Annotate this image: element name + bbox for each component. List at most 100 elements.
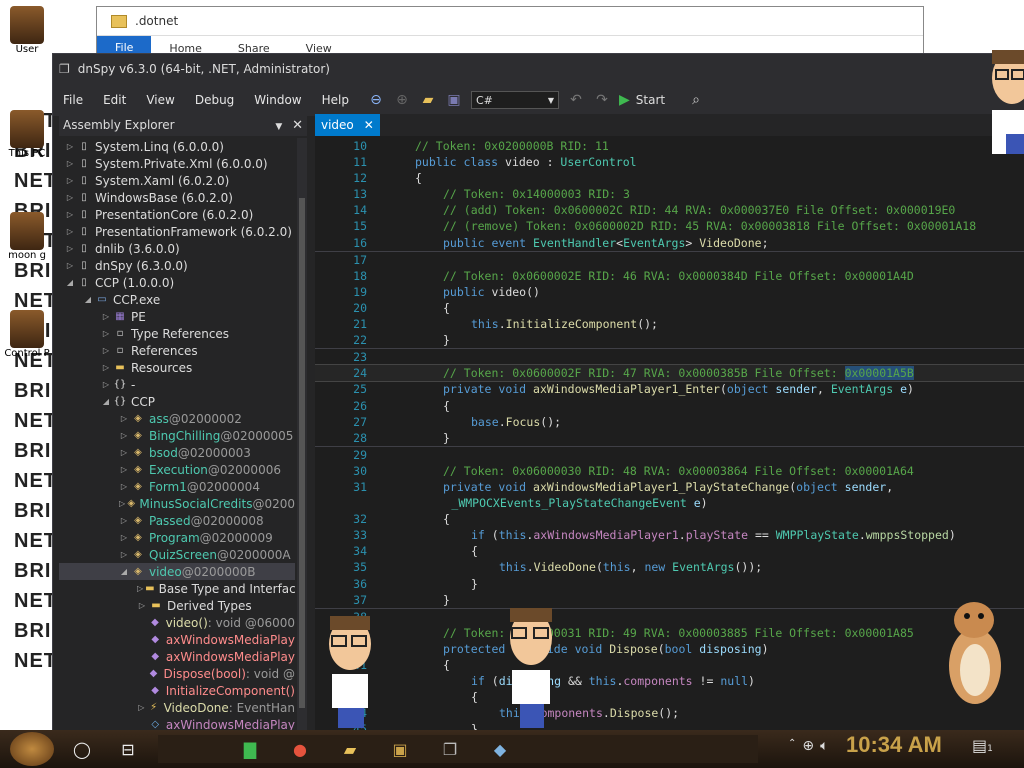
tree-node[interactable]: ▷ ▯ dnSpy (6.3.0.0) xyxy=(59,257,295,274)
tree-node[interactable]: ▷ ▯ PresentationFramework (6.0.2.0) xyxy=(59,223,295,240)
code-line[interactable]: 29 xyxy=(315,447,1024,463)
menu-help[interactable]: Help xyxy=(312,93,359,107)
expand-arrow-icon[interactable]: ▷ xyxy=(65,244,75,253)
code-line[interactable]: 39// Token: 0x06000031 RID: 49 RVA: 0x00… xyxy=(315,625,1024,641)
code-line[interactable]: 36} xyxy=(315,576,1024,592)
expand-arrow-icon[interactable]: ▷ xyxy=(101,363,111,372)
code-line[interactable]: 43{ xyxy=(315,689,1024,705)
code-line[interactable]: 14 // (add) Token: 0x0600002C RID: 44 RVA… xyxy=(315,202,1024,218)
tree-node[interactable]: ▷ ◈ BingChilling @02000005 xyxy=(59,427,295,444)
tree-node[interactable]: ◢ ◈ video @0200000B xyxy=(59,563,295,580)
menu-edit[interactable]: Edit xyxy=(93,93,136,107)
desktop-icon[interactable]: Control P xyxy=(2,310,52,359)
expand-arrow-icon[interactable]: ▷ xyxy=(119,499,125,508)
scrollbar-thumb[interactable] xyxy=(299,198,305,708)
menu-window[interactable]: Window xyxy=(244,93,311,107)
tree-node[interactable]: ▷ ◈ MinusSocialCredits @0200 xyxy=(59,495,295,512)
code-line[interactable]: 26 { xyxy=(315,398,1024,414)
expand-arrow-icon[interactable]: ▷ xyxy=(119,448,129,457)
expand-arrow-icon[interactable]: ▷ xyxy=(65,159,75,168)
expand-arrow-icon[interactable]: ▷ xyxy=(119,465,129,474)
code-line[interactable]: 30 // Token: 0x06000030 RID: 48 RVA: 0x00… xyxy=(315,463,1024,479)
decompiled-code[interactable]: 10 // Token: 0x0200000B RID: 11 11 public c… xyxy=(315,138,1024,731)
notification-icon[interactable]: ▤1 xyxy=(972,736,993,755)
tree-node[interactable]: ▷ ▯ System.Linq (6.0.0.0) xyxy=(59,138,295,155)
expand-arrow-icon[interactable]: ▷ xyxy=(65,210,75,219)
tree-node[interactable]: ▷ ◈ Passed @02000008 xyxy=(59,512,295,529)
code-line[interactable]: 40protected override void Dispose(bool d… xyxy=(315,641,1024,657)
tree-scrollbar[interactable] xyxy=(297,138,307,731)
tree-node[interactable]: ▷ ▫ References xyxy=(59,342,295,359)
chrome-icon[interactable]: ● xyxy=(286,735,314,763)
expand-arrow-icon[interactable]: ▷ xyxy=(137,584,143,593)
undo-icon[interactable]: ↶ xyxy=(567,92,585,108)
tree-node[interactable]: ◢ ▭ CCP.exe xyxy=(59,291,295,308)
code-line[interactable]: 12 { xyxy=(315,170,1024,186)
dnspy-taskbar-icon[interactable]: ◆ xyxy=(486,735,514,763)
code-line[interactable]: 25 private void axWindowsMediaPlayer1_Ent… xyxy=(315,381,1024,397)
tree-node[interactable]: ◢{} CCP xyxy=(59,393,295,410)
expand-arrow-icon[interactable]: ▷ xyxy=(137,601,147,610)
expand-arrow-icon[interactable]: ▷ xyxy=(137,703,146,712)
expand-arrow-icon[interactable]: ▷ xyxy=(65,176,75,185)
window-titlebar[interactable]: ❐ dnSpy v6.3.0 (64-bit, .NET, Administra… xyxy=(53,54,1024,84)
expand-arrow-icon[interactable]: ◢ xyxy=(119,567,129,576)
tree-node[interactable]: ▷ ▬ Base Type and Interfac xyxy=(59,580,295,597)
menu-view[interactable]: View xyxy=(136,93,184,107)
code-line[interactable]: 44this.components.Dispose(); xyxy=(315,705,1024,721)
code-line[interactable]: 31 private void axWindowsMediaPlayer1_Pla… xyxy=(315,479,1024,495)
expand-arrow-icon[interactable]: ▷ xyxy=(101,346,111,355)
open-icon[interactable]: ▰ xyxy=(419,92,437,108)
code-line[interactable]: 17 xyxy=(315,252,1024,268)
tree-node[interactable]: ▷ ◈ Program @02000009 xyxy=(59,529,295,546)
expand-arrow-icon[interactable]: ◢ xyxy=(101,397,111,406)
tree-node[interactable]: ◆ Dispose(bool) : void @ xyxy=(59,665,295,682)
code-line[interactable]: 38 xyxy=(315,609,1024,625)
globe-icon[interactable]: ⊕ xyxy=(802,738,814,754)
code-line[interactable]: 28} xyxy=(315,430,1024,447)
expand-arrow-icon[interactable]: ▷ xyxy=(65,142,75,151)
code-line[interactable]: 15 // (remove) Token: 0x0600002D RID: 45 … xyxy=(315,218,1024,234)
code-line[interactable]: 24 // Token: 0x0600002F RID: 47 RVA: 0x00… xyxy=(315,364,1024,383)
code-line[interactable]: 34 { xyxy=(315,543,1024,559)
code-line[interactable]: 42if (disposing && this.components != nu… xyxy=(315,673,1024,689)
tree-node[interactable]: ◆ axWindowsMediaPlay xyxy=(59,631,295,648)
app-thumbnail-icon[interactable]: ▣ xyxy=(386,735,414,763)
code-line[interactable]: 33 if (this.axWindowsMediaPlayer1.playSta… xyxy=(315,527,1024,543)
tree-node[interactable]: ▷ ▯ WindowsBase (6.0.2.0) xyxy=(59,189,295,206)
code-line[interactable]: 16 public event EventHandler<EventArgs> V… xyxy=(315,235,1024,252)
tree-node[interactable]: ◆ axWindowsMediaPlay xyxy=(59,648,295,665)
tree-node[interactable]: ▷ ⚡ VideoDone : EventHan xyxy=(59,699,295,716)
tree-node[interactable]: ▷ ▦ PE xyxy=(59,308,295,325)
search-icon[interactable]: ⌕ xyxy=(687,92,705,108)
menu-file[interactable]: File xyxy=(53,93,93,107)
tray-chevron-icon[interactable]: ⌃ xyxy=(788,738,796,754)
expand-arrow-icon[interactable]: ▷ xyxy=(119,516,129,525)
tree-node[interactable]: ▷ ▬ Resources xyxy=(59,359,295,376)
redo-icon[interactable]: ↷ xyxy=(593,92,611,108)
tree-node[interactable]: ▷ ▬ Derived Types xyxy=(59,597,295,614)
cortana-icon[interactable]: ◯ xyxy=(68,735,96,763)
code-line[interactable]: 35 this.VideoDone(this, new EventArgs()); xyxy=(315,559,1024,575)
close-tab-icon[interactable]: ✕ xyxy=(364,118,374,132)
tree-node[interactable]: ▷ ▯ PresentationCore (6.0.2.0) xyxy=(59,206,295,223)
language-select[interactable]: C# ▼ xyxy=(470,91,559,109)
assembly-tree[interactable]: ▷ ▯ System.Linq (6.0.0.0) ▷ ▯ System.Private.… xyxy=(59,138,295,731)
expand-arrow-icon[interactable]: ▷ xyxy=(101,312,111,321)
tree-node[interactable]: ▷ ◈ bsod @02000003 xyxy=(59,444,295,461)
start-button[interactable] xyxy=(10,732,54,766)
windows-switch-icon[interactable]: ❐ xyxy=(436,735,464,763)
tree-node[interactable]: ▷ ▫ Type References xyxy=(59,325,295,342)
panel-menu-icon[interactable]: ▼ xyxy=(275,122,282,132)
close-icon[interactable]: ✕ xyxy=(292,118,303,133)
expand-arrow-icon[interactable]: ▷ xyxy=(119,482,129,491)
tree-node[interactable]: ▷ ▯ System.Xaml (6.0.2.0) xyxy=(59,172,295,189)
code-line[interactable]: 13 // Token: 0x14000003 RID: 3 xyxy=(315,186,1024,202)
tree-node[interactable]: ◆ InitializeComponent() xyxy=(59,682,295,699)
code-editor[interactable]: video ✕ 10// Token: 0x0200000B RID: 11 11… xyxy=(315,114,1024,731)
tree-node[interactable]: ◢ ▯ CCP (1.0.0.0) xyxy=(59,274,295,291)
tree-node[interactable]: ▷ ◈ Form1 @02000004 xyxy=(59,478,295,495)
code-line[interactable]: 23 xyxy=(315,349,1024,365)
expand-arrow-icon[interactable]: ▷ xyxy=(101,380,111,389)
expand-arrow-icon[interactable]: ◢ xyxy=(65,278,75,287)
